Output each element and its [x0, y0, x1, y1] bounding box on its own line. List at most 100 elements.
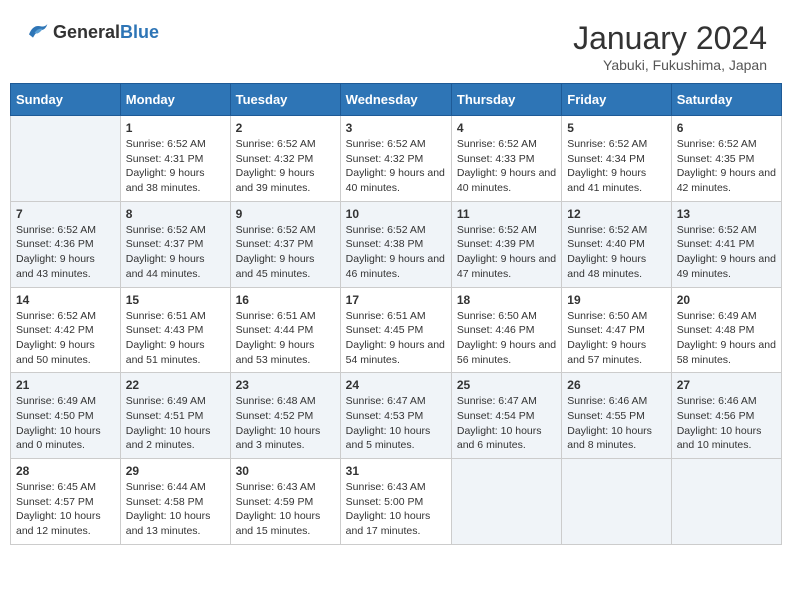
- calendar-day-header: Friday: [562, 84, 671, 116]
- day-info: Sunrise: 6:43 AMSunset: 5:00 PMDaylight:…: [346, 480, 446, 539]
- logo: GeneralBlue: [25, 20, 159, 45]
- calendar-cell: 19Sunrise: 6:50 AMSunset: 4:47 PMDayligh…: [562, 287, 671, 373]
- day-number: 17: [346, 293, 446, 307]
- day-number: 9: [236, 207, 335, 221]
- calendar-cell: 26 Sunrise: 6:46 AMSunset: 4:55 PMDayligh…: [562, 373, 671, 459]
- day-number: 13: [677, 207, 776, 221]
- day-info: Sunrise: 6:52 AMSunset: 4:37 PMDaylight:…: [236, 223, 335, 282]
- calendar-cell: 30 Sunrise: 6:43 AMSunset: 4:59 PMDayligh…: [230, 459, 340, 545]
- day-info: Sunrise: 6:51 AMSunset: 4:43 PMDaylight:…: [126, 309, 225, 368]
- day-number: 29: [126, 464, 225, 478]
- day-number: 25: [457, 378, 556, 392]
- day-info: Sunrise: 6:52 AMSunset: 4:36 PMDaylight:…: [16, 223, 115, 282]
- day-info: Sunrise: 6:52 AMSunset: 4:37 PMDaylight:…: [126, 223, 225, 282]
- calendar-cell: 25 Sunrise: 6:47 AMSunset: 4:54 PMDayligh…: [451, 373, 561, 459]
- calendar-cell: 1Sunrise: 6:52 AMSunset: 4:31 PMDaylight…: [120, 116, 230, 202]
- day-number: 18: [457, 293, 556, 307]
- subtitle: Yabuki, Fukushima, Japan: [573, 57, 767, 73]
- day-info: Sunrise: 6:49 AMSunset: 4:51 PMDaylight:…: [126, 394, 225, 453]
- calendar-cell: 16Sunrise: 6:51 AMSunset: 4:44 PMDayligh…: [230, 287, 340, 373]
- calendar-cell: 29 Sunrise: 6:44 AMSunset: 4:58 PMDayligh…: [120, 459, 230, 545]
- title-section: January 2024 Yabuki, Fukushima, Japan: [573, 20, 767, 73]
- day-number: 15: [126, 293, 225, 307]
- calendar-day-header: Thursday: [451, 84, 561, 116]
- day-info: Sunrise: 6:47 AMSunset: 4:54 PMDaylight:…: [457, 394, 556, 453]
- day-info: Sunrise: 6:51 AMSunset: 4:45 PMDaylight:…: [346, 309, 446, 368]
- logo-general: General: [53, 22, 120, 42]
- calendar-day-header: Sunday: [11, 84, 121, 116]
- calendar-day-header: Monday: [120, 84, 230, 116]
- day-info: Sunrise: 6:48 AMSunset: 4:52 PMDaylight:…: [236, 394, 335, 453]
- day-number: 31: [346, 464, 446, 478]
- calendar-cell: 6 Sunrise: 6:52 AMSunset: 4:35 PMDaylight…: [671, 116, 781, 202]
- calendar-cell: 14 Sunrise: 6:52 AMSunset: 4:42 PMDayligh…: [11, 287, 121, 373]
- calendar-cell: 15 Sunrise: 6:51 AMSunset: 4:43 PMDayligh…: [120, 287, 230, 373]
- day-info: Sunrise: 6:52 AMSunset: 4:31 PMDaylight:…: [126, 137, 225, 196]
- day-number: 11: [457, 207, 556, 221]
- day-info: Sunrise: 6:49 AMSunset: 4:50 PMDaylight:…: [16, 394, 115, 453]
- logo-blue: Blue: [120, 22, 159, 42]
- calendar-day-header: Saturday: [671, 84, 781, 116]
- calendar-cell: 9 Sunrise: 6:52 AMSunset: 4:37 PMDaylight…: [230, 201, 340, 287]
- calendar-cell: 20Sunrise: 6:49 AMSunset: 4:48 PMDayligh…: [671, 287, 781, 373]
- main-title: January 2024: [573, 20, 767, 57]
- day-info: Sunrise: 6:52 AMSunset: 4:35 PMDaylight:…: [677, 137, 776, 196]
- day-number: 6: [677, 121, 776, 135]
- day-number: 14: [16, 293, 115, 307]
- day-number: 3: [346, 121, 446, 135]
- calendar-cell: [562, 459, 671, 545]
- day-info: Sunrise: 6:43 AMSunset: 4:59 PMDaylight:…: [236, 480, 335, 539]
- day-info: Sunrise: 6:52 AMSunset: 4:42 PMDaylight:…: [16, 309, 115, 368]
- day-number: 5: [567, 121, 665, 135]
- day-info: Sunrise: 6:51 AMSunset: 4:44 PMDaylight:…: [236, 309, 335, 368]
- calendar-cell: 5 Sunrise: 6:52 AMSunset: 4:34 PMDaylight…: [562, 116, 671, 202]
- page-header: GeneralBlue January 2024 Yabuki, Fukushi…: [10, 10, 782, 78]
- calendar-cell: [11, 116, 121, 202]
- day-number: 12: [567, 207, 665, 221]
- calendar-cell: 24Sunrise: 6:47 AMSunset: 4:53 PMDayligh…: [340, 373, 451, 459]
- calendar-table: SundayMondayTuesdayWednesdayThursdayFrid…: [10, 83, 782, 545]
- day-number: 22: [126, 378, 225, 392]
- day-info: Sunrise: 6:52 AMSunset: 4:40 PMDaylight:…: [567, 223, 665, 282]
- calendar-cell: 7 Sunrise: 6:52 AMSunset: 4:36 PMDaylight…: [11, 201, 121, 287]
- calendar-cell: 27 Sunrise: 6:46 AMSunset: 4:56 PMDayligh…: [671, 373, 781, 459]
- day-info: Sunrise: 6:49 AMSunset: 4:48 PMDaylight:…: [677, 309, 776, 368]
- calendar-header: SundayMondayTuesdayWednesdayThursdayFrid…: [11, 84, 782, 116]
- calendar-cell: 21Sunrise: 6:49 AMSunset: 4:50 PMDayligh…: [11, 373, 121, 459]
- calendar-cell: 12 Sunrise: 6:52 AMSunset: 4:40 PMDayligh…: [562, 201, 671, 287]
- day-number: 8: [126, 207, 225, 221]
- day-number: 27: [677, 378, 776, 392]
- day-info: Sunrise: 6:52 AMSunset: 4:32 PMDaylight:…: [236, 137, 335, 196]
- calendar-cell: 18 Sunrise: 6:50 AMSunset: 4:46 PMDayligh…: [451, 287, 561, 373]
- day-info: Sunrise: 6:52 AMSunset: 4:34 PMDaylight:…: [567, 137, 665, 196]
- calendar-day-header: Wednesday: [340, 84, 451, 116]
- calendar-cell: 11 Sunrise: 6:52 AMSunset: 4:39 PMDayligh…: [451, 201, 561, 287]
- calendar-cell: 3 Sunrise: 6:52 AMSunset: 4:32 PMDaylight…: [340, 116, 451, 202]
- day-number: 23: [236, 378, 335, 392]
- day-number: 30: [236, 464, 335, 478]
- day-number: 28: [16, 464, 115, 478]
- calendar-cell: 17 Sunrise: 6:51 AMSunset: 4:45 PMDayligh…: [340, 287, 451, 373]
- day-info: Sunrise: 6:50 AMSunset: 4:46 PMDaylight:…: [457, 309, 556, 368]
- day-number: 4: [457, 121, 556, 135]
- calendar-day-header: Tuesday: [230, 84, 340, 116]
- day-info: Sunrise: 6:52 AMSunset: 4:39 PMDaylight:…: [457, 223, 556, 282]
- day-info: Sunrise: 6:46 AMSunset: 4:56 PMDaylight:…: [677, 394, 776, 453]
- day-info: Sunrise: 6:52 AMSunset: 4:38 PMDaylight:…: [346, 223, 446, 282]
- day-number: 26: [567, 378, 665, 392]
- day-info: Sunrise: 6:52 AMSunset: 4:32 PMDaylight:…: [346, 137, 446, 196]
- calendar-cell: 8 Sunrise: 6:52 AMSunset: 4:37 PMDaylight…: [120, 201, 230, 287]
- calendar-cell: 10Sunrise: 6:52 AMSunset: 4:38 PMDayligh…: [340, 201, 451, 287]
- day-info: Sunrise: 6:52 AMSunset: 4:33 PMDaylight:…: [457, 137, 556, 196]
- calendar-cell: 23 Sunrise: 6:48 AMSunset: 4:52 PMDayligh…: [230, 373, 340, 459]
- day-number: 7: [16, 207, 115, 221]
- day-info: Sunrise: 6:47 AMSunset: 4:53 PMDaylight:…: [346, 394, 446, 453]
- calendar-cell: [671, 459, 781, 545]
- day-info: Sunrise: 6:52 AMSunset: 4:41 PMDaylight:…: [677, 223, 776, 282]
- day-info: Sunrise: 6:45 AMSunset: 4:57 PMDaylight:…: [16, 480, 115, 539]
- calendar-cell: 13 Sunrise: 6:52 AMSunset: 4:41 PMDayligh…: [671, 201, 781, 287]
- calendar-cell: 4 Sunrise: 6:52 AMSunset: 4:33 PMDaylight…: [451, 116, 561, 202]
- day-number: 2: [236, 121, 335, 135]
- day-info: Sunrise: 6:44 AMSunset: 4:58 PMDaylight:…: [126, 480, 225, 539]
- day-info: Sunrise: 6:46 AMSunset: 4:55 PMDaylight:…: [567, 394, 665, 453]
